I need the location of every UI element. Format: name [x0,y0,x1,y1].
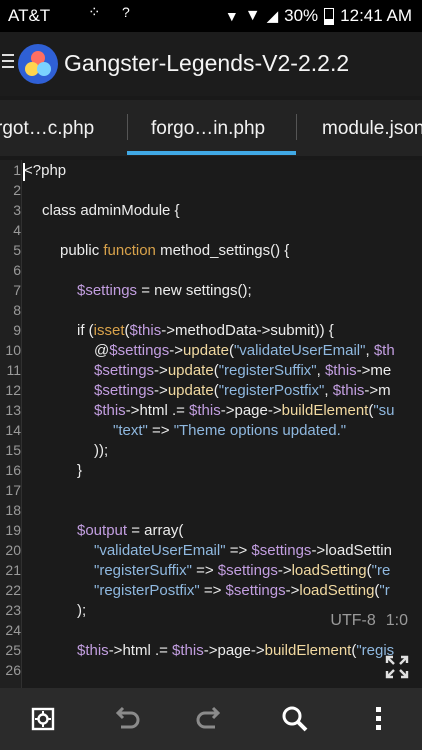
line-number: 1 [13,162,21,178]
line-number: 22 [5,582,21,598]
app-logo-icon[interactable] [18,44,58,84]
redo-icon[interactable] [193,702,227,736]
code-line: "registerPostfix" => $settings->loadSett… [94,582,390,599]
app-bar: Gangster-Legends-V2-2.2.2 [0,32,422,96]
code-line: if (isset($this->methodData->submit)) { [77,322,334,339]
signal-unknown-icon: ? [122,4,130,20]
line-number: 2 [13,182,21,198]
notification-dots-icon: ⁘ [88,4,102,21]
line-number: 24 [5,622,21,638]
line-number: 23 [5,602,21,618]
code-line: "text" => "Theme options updated." [113,422,347,439]
bottom-toolbar [0,688,422,750]
line-number: 26 [5,662,21,678]
code-line: @$settings->update("validateUserEmail", … [94,342,395,359]
tab-file-2-active[interactable]: forgo…in.php [151,118,265,140]
line-number: 11 [6,362,21,378]
tab-divider [296,114,297,140]
editor-status: UTF-8 1:0 [330,612,408,630]
line-number: 10 [5,342,21,358]
line-number: 19 [5,522,21,538]
undo-icon[interactable] [109,702,143,736]
line-number: 17 [5,482,21,498]
code-line: <?php [24,162,67,179]
line-number: 20 [5,542,21,558]
line-number: 14 [5,422,21,438]
line-number: 7 [13,282,21,298]
code-line: } [77,462,83,479]
code-line: "validateUserEmail" => $settings->loadSe… [94,542,392,559]
cell-signal-icon: ◢ [266,8,279,25]
line-number: 13 [5,402,21,418]
search-icon[interactable] [278,702,312,736]
location-icon: ▼ [224,8,239,24]
more-vert-icon[interactable] [362,702,396,736]
hamburger-icon[interactable] [2,54,14,72]
cursor-position: 1:0 [385,612,408,629]
code-line: ); [77,602,87,619]
code-line: $settings = new settings(); [77,282,252,299]
code-line: class adminModule { [42,202,180,219]
encoding-label[interactable]: UTF-8 [330,612,375,630]
code-editor[interactable]: 1 2 3 4 5 6 7 8 9 10 11 12 13 14 15 16 1… [0,160,422,688]
code-line: $settings->update("registerSuffix", $thi… [94,362,392,379]
project-title: Gangster-Legends-V2-2.2.2 [64,50,350,76]
line-number: 25 [5,642,21,658]
battery-percent: 30% [284,6,319,25]
tab-divider [127,114,128,140]
line-number: 4 [13,222,21,238]
code-line: )); [94,442,109,459]
line-number: 18 [5,502,21,518]
wifi-icon: ▼ [244,7,261,24]
line-number-gutter: 1 2 3 4 5 6 7 8 9 10 11 12 13 14 15 16 1… [0,160,22,688]
line-number: 9 [13,322,21,338]
clock: 12:41 AM [340,6,412,25]
carrier-label: AT&T [8,6,51,25]
status-right: ▼ ▼ ◢ 30% 12:41 AM [225,6,412,26]
line-number: 3 [13,202,21,218]
active-tab-indicator [127,151,296,155]
line-number: 8 [13,302,21,318]
code-line: $output = array( [77,522,184,539]
line-number: 21 [5,562,21,578]
file-tabs: rgot…c.php forgo…in.php module.json [0,100,422,156]
line-number: 12 [5,382,21,398]
code-line: $settings->update("registerPostfix", $th… [94,382,391,399]
code-line: "registerSuffix" => $settings->loadSetti… [94,562,391,579]
code-line: $this->html .= $this->page->buildElement… [77,642,395,659]
tab-file-3[interactable]: module.json [322,118,422,140]
line-number: 16 [5,462,21,478]
code-line: $this->html .= $this->page->buildElement… [94,402,395,419]
line-number: 15 [5,442,21,458]
line-number: 5 [13,242,21,258]
settings-icon[interactable] [26,702,60,736]
status-bar: AT&T ⁘ ? ▼ ▼ ◢ 30% 12:41 AM [0,0,422,32]
battery-icon [324,7,335,25]
fullscreen-expand-icon[interactable] [384,654,410,680]
line-number: 6 [13,262,21,278]
code-line: public function method_settings() { [60,242,290,259]
tab-file-1[interactable]: rgot…c.php [0,118,94,140]
